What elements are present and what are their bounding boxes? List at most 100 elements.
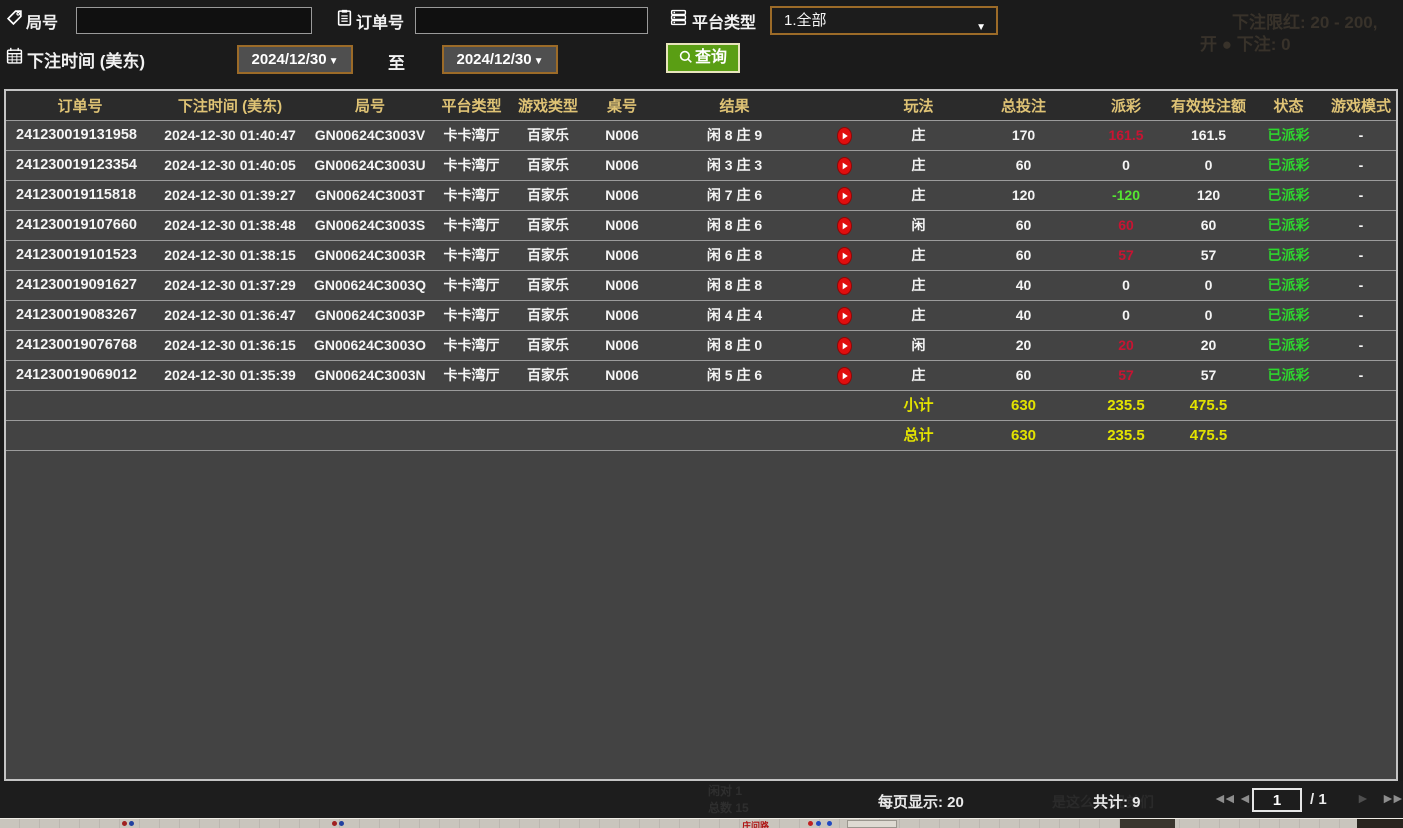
cell-bet-type: 庄 bbox=[876, 121, 961, 150]
cell-total-bet: 60 bbox=[961, 151, 1086, 180]
summary-label: 小计 bbox=[876, 391, 961, 420]
cell-total-bet: 20 bbox=[961, 331, 1086, 360]
platform-type-select[interactable]: 1.全部 ▼ bbox=[770, 6, 998, 35]
cell-table-no: N006 bbox=[587, 361, 657, 390]
cell-round-no: GN00624C3003T bbox=[306, 181, 434, 210]
cell-platform: 卡卡湾厅 bbox=[434, 151, 509, 180]
roadmap-dot bbox=[332, 821, 337, 826]
order-no-input[interactable] bbox=[415, 7, 648, 34]
cell-order-no: 241230019091627 bbox=[6, 271, 154, 300]
cell-result: 闲 7 庄 6 bbox=[657, 181, 812, 210]
first-page-button[interactable]: ◄◄ bbox=[1213, 790, 1233, 806]
order-no-label: 订单号 bbox=[356, 9, 404, 33]
cell-payout: 0 bbox=[1086, 151, 1166, 180]
page-number-input[interactable] bbox=[1252, 788, 1302, 812]
last-page-button[interactable]: ►► bbox=[1381, 790, 1401, 806]
date-from-picker[interactable]: 2024/12/30▼ bbox=[237, 45, 353, 74]
cell-round-no: GN00624C3003Q bbox=[306, 271, 434, 300]
cell-round-no: GN00624C3003N bbox=[306, 361, 434, 390]
cell-round-no: GN00624C3003V bbox=[306, 121, 434, 150]
date-to-picker[interactable]: 2024/12/30▼ bbox=[442, 45, 558, 74]
cell-status: 已派彩 bbox=[1251, 211, 1326, 240]
table-row: 2412300191319582024-12-30 01:40:47GN0062… bbox=[6, 121, 1396, 151]
cell-bet-type: 庄 bbox=[876, 271, 961, 300]
cell-game-mode: - bbox=[1326, 121, 1396, 150]
cell-bet-time: 2024-12-30 01:40:47 bbox=[154, 121, 306, 150]
cell-total-bet: 120 bbox=[961, 181, 1086, 210]
cell-total-bet: 60 bbox=[961, 211, 1086, 240]
round-no-input[interactable] bbox=[76, 7, 312, 34]
platform-type-label: 平台类型 bbox=[692, 9, 756, 33]
replay-icon[interactable] bbox=[812, 361, 876, 390]
cell-table-no: N006 bbox=[587, 211, 657, 240]
cell-order-no: 241230019123354 bbox=[6, 151, 154, 180]
cell-game-type: 百家乐 bbox=[509, 241, 587, 270]
cell-platform: 卡卡湾厅 bbox=[434, 331, 509, 360]
pagination-bar: 闲对 1 总数 15 是这么牛 兄弟们 每页显示: 20 共计: 9 ◄◄ ◄ … bbox=[0, 781, 1403, 818]
cell-status: 已派彩 bbox=[1251, 361, 1326, 390]
summary-valid-bet: 475.5 bbox=[1166, 421, 1251, 450]
per-page-label: 每页显示: 20 bbox=[878, 791, 964, 812]
window-fragment bbox=[847, 820, 897, 828]
round-no-label: 局号 bbox=[26, 9, 58, 33]
cell-table-no: N006 bbox=[587, 301, 657, 330]
cell-status: 已派彩 bbox=[1251, 301, 1326, 330]
cell-order-no: 241230019076768 bbox=[6, 331, 154, 360]
cell-total-bet: 170 bbox=[961, 121, 1086, 150]
table-row: 2412300191076602024-12-30 01:38:48GN0062… bbox=[6, 211, 1396, 241]
cell-payout: 0 bbox=[1086, 301, 1166, 330]
cell-platform: 卡卡湾厅 bbox=[434, 361, 509, 390]
betting-records-window: 下注限红: 20 - 200, 开 ● 下注: 0 局号 订单号 平台类型 1.… bbox=[0, 0, 1403, 828]
replay-icon[interactable] bbox=[812, 331, 876, 360]
replay-icon[interactable] bbox=[812, 211, 876, 240]
cell-bet-time: 2024-12-30 01:38:48 bbox=[154, 211, 306, 240]
cell-valid-bet: 57 bbox=[1166, 361, 1251, 390]
cell-game-mode: - bbox=[1326, 361, 1396, 390]
records-table: 订单号下注时间 (美东)局号平台类型游戏类型桌号结果玩法总投注派彩有效投注额状态… bbox=[4, 89, 1398, 781]
cell-platform: 卡卡湾厅 bbox=[434, 181, 509, 210]
cell-valid-bet: 57 bbox=[1166, 241, 1251, 270]
prev-page-button[interactable]: ◄ bbox=[1238, 790, 1252, 806]
cell-order-no: 241230019131958 bbox=[6, 121, 154, 150]
replay-icon[interactable] bbox=[812, 271, 876, 300]
cell-game-mode: - bbox=[1326, 301, 1396, 330]
cell-round-no: GN00624C3003S bbox=[306, 211, 434, 240]
replay-icon[interactable] bbox=[812, 121, 876, 150]
cell-result: 闲 8 庄 6 bbox=[657, 211, 812, 240]
table-row: 2412300190690122024-12-30 01:35:39GN0062… bbox=[6, 361, 1396, 391]
replay-icon[interactable] bbox=[812, 241, 876, 270]
cell-valid-bet: 20 bbox=[1166, 331, 1251, 360]
replay-icon[interactable] bbox=[812, 181, 876, 210]
cell-game-type: 百家乐 bbox=[509, 211, 587, 240]
cell-result: 闲 5 庄 6 bbox=[657, 361, 812, 390]
roadmap-dot bbox=[816, 821, 821, 826]
calendar-icon bbox=[6, 47, 23, 64]
cell-total-bet: 60 bbox=[961, 241, 1086, 270]
cell-table-no: N006 bbox=[587, 151, 657, 180]
column-header: 状态 bbox=[1251, 95, 1326, 116]
cell-round-no: GN00624C3003O bbox=[306, 331, 434, 360]
cell-valid-bet: 0 bbox=[1166, 301, 1251, 330]
replay-icon[interactable] bbox=[812, 151, 876, 180]
cell-total-bet: 60 bbox=[961, 361, 1086, 390]
cell-game-type: 百家乐 bbox=[509, 331, 587, 360]
cell-game-type: 百家乐 bbox=[509, 301, 587, 330]
summary-total-bet: 630 bbox=[961, 421, 1086, 450]
cell-order-no: 241230019101523 bbox=[6, 241, 154, 270]
cell-bet-type: 闲 bbox=[876, 331, 961, 360]
cell-result: 闲 8 庄 8 bbox=[657, 271, 812, 300]
replay-icon[interactable] bbox=[812, 301, 876, 330]
cell-payout: 0 bbox=[1086, 271, 1166, 300]
cell-valid-bet: 0 bbox=[1166, 151, 1251, 180]
roadmap-dot bbox=[808, 821, 813, 826]
table-body: 2412300191319582024-12-30 01:40:47GN0062… bbox=[6, 121, 1396, 451]
cell-bet-time: 2024-12-30 01:36:15 bbox=[154, 331, 306, 360]
table-row: 2412300191015232024-12-30 01:38:15GN0062… bbox=[6, 241, 1396, 271]
table-row: 2412300190916272024-12-30 01:37:29GN0062… bbox=[6, 271, 1396, 301]
search-button[interactable]: 查询 bbox=[666, 43, 740, 73]
next-page-button[interactable]: ► bbox=[1356, 790, 1370, 806]
cell-order-no: 241230019115818 bbox=[6, 181, 154, 210]
clipboard-icon bbox=[336, 9, 353, 26]
cell-order-no: 241230019069012 bbox=[6, 361, 154, 390]
cell-game-mode: - bbox=[1326, 211, 1396, 240]
